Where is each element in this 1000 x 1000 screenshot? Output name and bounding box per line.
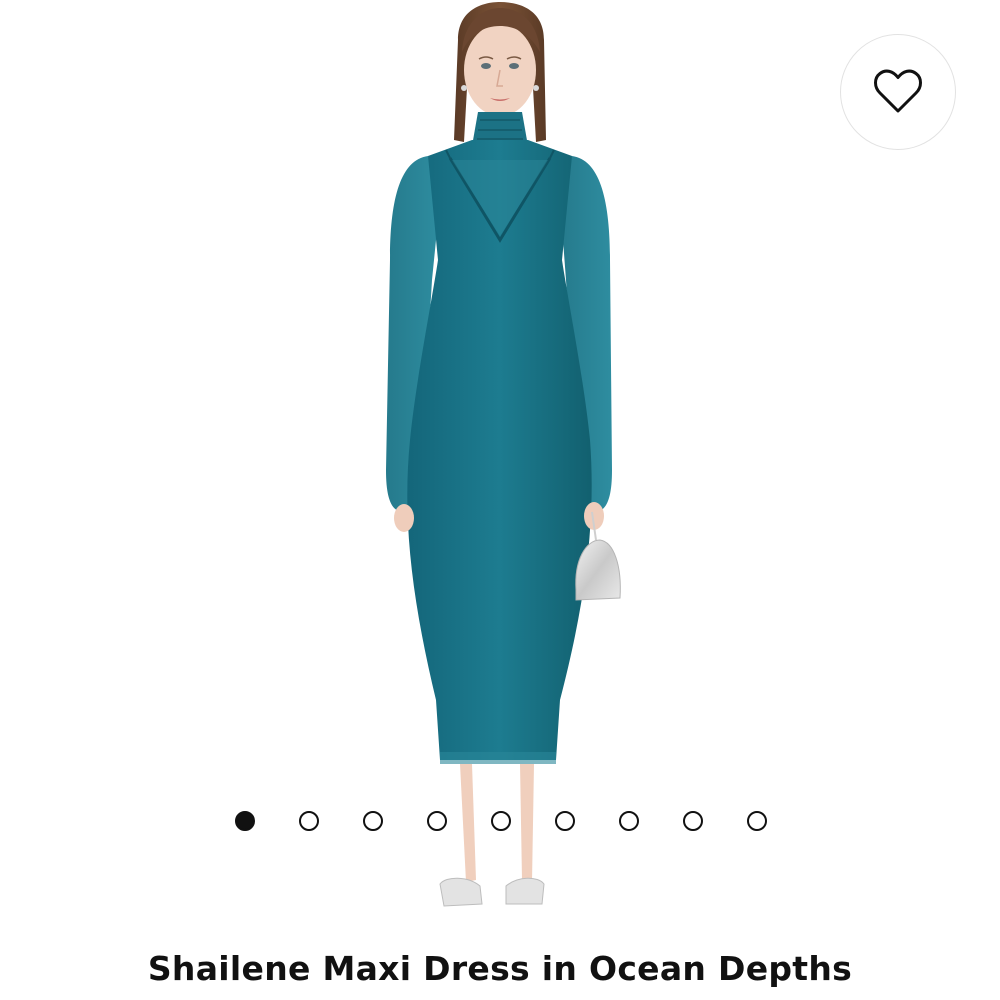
carousel-dot-5[interactable]	[491, 811, 511, 831]
product-page: Shailene Maxi Dress in Ocean Depths	[0, 0, 1000, 1000]
carousel-dot-8[interactable]	[683, 811, 703, 831]
carousel-pagination	[0, 809, 1000, 833]
carousel-dot-6[interactable]	[555, 811, 575, 831]
carousel-dot-7[interactable]	[619, 811, 639, 831]
carousel-dot-3[interactable]	[363, 811, 383, 831]
wishlist-button[interactable]	[840, 34, 956, 150]
product-title: Shailene Maxi Dress in Ocean Depths	[147, 949, 853, 988]
carousel-dot-4[interactable]	[427, 811, 447, 831]
product-image[interactable]	[300, 0, 700, 930]
heart-outline-icon	[873, 69, 923, 115]
carousel-dot-2[interactable]	[299, 811, 319, 831]
carousel-dot-1[interactable]	[235, 811, 255, 831]
carousel-dot-9[interactable]	[747, 811, 767, 831]
